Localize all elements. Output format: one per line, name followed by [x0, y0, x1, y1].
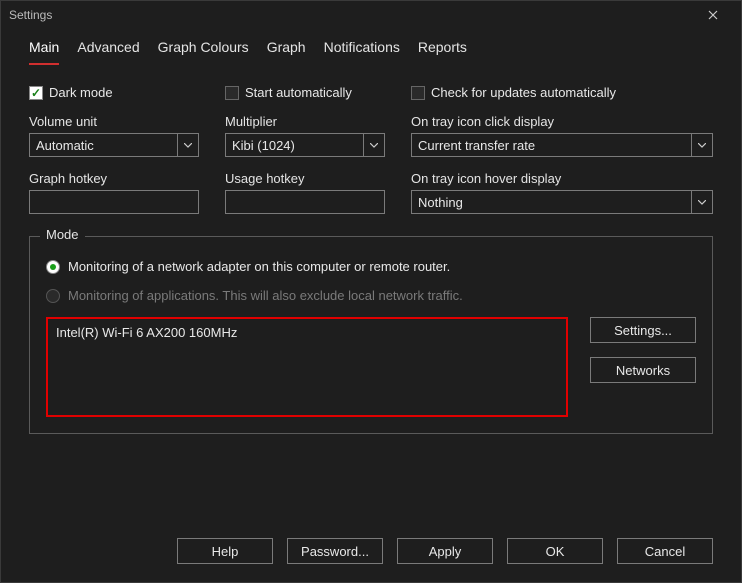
tab-reports[interactable]: Reports	[418, 33, 467, 65]
tab-graph[interactable]: Graph	[267, 33, 306, 65]
monitor-applications-label: Monitoring of applications. This will al…	[68, 288, 463, 303]
content-area: Main Advanced Graph Colours Graph Notifi…	[1, 29, 741, 520]
check-updates-label: Check for updates automatically	[431, 85, 616, 100]
tray-click-select[interactable]: Current transfer rate	[411, 133, 713, 157]
start-automatically-checkbox[interactable]	[225, 86, 239, 100]
mode-fieldset: Mode Monitoring of a network adapter on …	[29, 236, 713, 434]
network-adapter-list[interactable]: Intel(R) Wi-Fi 6 AX200 160MHz	[46, 317, 568, 417]
tab-graph-colours[interactable]: Graph Colours	[158, 33, 249, 65]
graph-hotkey-input[interactable]	[29, 190, 199, 214]
mode-legend: Mode	[40, 227, 85, 242]
settings-window: Settings Main Advanced Graph Colours Gra…	[0, 0, 742, 583]
dark-mode-label: Dark mode	[49, 85, 113, 100]
usage-hotkey-input[interactable]	[225, 190, 385, 214]
tray-click-label: On tray icon click display	[411, 114, 713, 129]
close-button[interactable]	[693, 1, 733, 29]
monitor-applications-radio[interactable]	[46, 289, 60, 303]
select-row-1: Volume unit Automatic Multiplier Kibi (1…	[29, 114, 713, 157]
tab-bar: Main Advanced Graph Colours Graph Notifi…	[29, 33, 713, 65]
tray-hover-label: On tray icon hover display	[411, 171, 713, 186]
start-automatically-label: Start automatically	[245, 85, 352, 100]
tab-main[interactable]: Main	[29, 33, 59, 65]
monitor-network-adapter-radio[interactable]	[46, 260, 60, 274]
graph-hotkey-label: Graph hotkey	[29, 171, 199, 186]
chevron-down-icon	[691, 191, 711, 213]
footer-buttons: Help Password... Apply OK Cancel	[1, 520, 741, 582]
list-item[interactable]: Intel(R) Wi-Fi 6 AX200 160MHz	[56, 325, 558, 340]
usage-hotkey-label: Usage hotkey	[225, 171, 385, 186]
volume-unit-label: Volume unit	[29, 114, 199, 129]
volume-unit-value: Automatic	[36, 138, 177, 153]
multiplier-label: Multiplier	[225, 114, 385, 129]
dark-mode-checkbox[interactable]	[29, 86, 43, 100]
multiplier-select[interactable]: Kibi (1024)	[225, 133, 385, 157]
monitor-network-adapter-label: Monitoring of a network adapter on this …	[68, 259, 450, 274]
titlebar: Settings	[1, 1, 741, 29]
close-icon	[708, 10, 718, 20]
password-button[interactable]: Password...	[287, 538, 383, 564]
apply-button[interactable]: Apply	[397, 538, 493, 564]
chevron-down-icon	[691, 134, 711, 156]
multiplier-value: Kibi (1024)	[232, 138, 363, 153]
select-row-2: Graph hotkey Usage hotkey On tray icon h…	[29, 171, 713, 214]
window-title: Settings	[9, 8, 693, 22]
cancel-button[interactable]: Cancel	[617, 538, 713, 564]
adapter-settings-button[interactable]: Settings...	[590, 317, 696, 343]
tray-hover-value: Nothing	[418, 195, 691, 210]
check-updates-checkbox[interactable]	[411, 86, 425, 100]
tray-hover-select[interactable]: Nothing	[411, 190, 713, 214]
tab-notifications[interactable]: Notifications	[324, 33, 400, 65]
networks-button[interactable]: Networks	[590, 357, 696, 383]
chevron-down-icon	[363, 134, 383, 156]
tray-click-value: Current transfer rate	[418, 138, 691, 153]
ok-button[interactable]: OK	[507, 538, 603, 564]
help-button[interactable]: Help	[177, 538, 273, 564]
volume-unit-select[interactable]: Automatic	[29, 133, 199, 157]
tab-advanced[interactable]: Advanced	[77, 33, 139, 65]
checkbox-row: Dark mode Start automatically Check for …	[29, 85, 713, 100]
chevron-down-icon	[177, 134, 197, 156]
